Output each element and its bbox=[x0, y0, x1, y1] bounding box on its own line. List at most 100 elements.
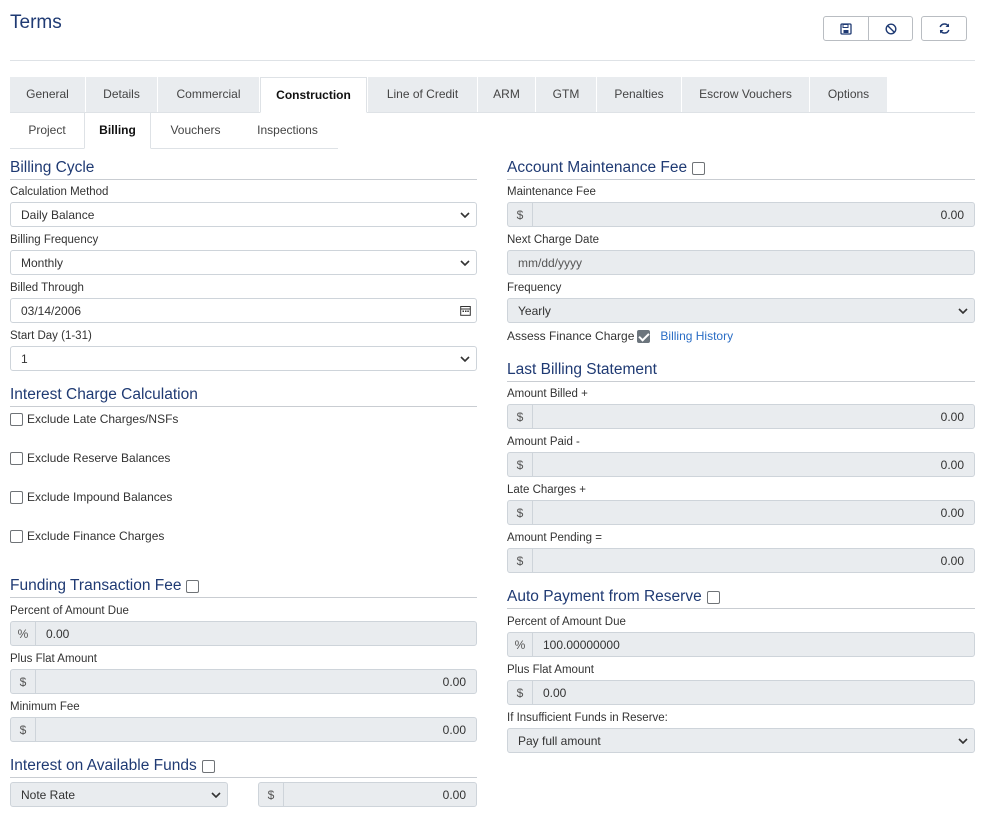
percent-prefix: % bbox=[11, 622, 36, 645]
amount-paid-input[interactable]: $ 0.00 bbox=[507, 452, 975, 477]
billing-cycle-title: Billing Cycle bbox=[10, 159, 95, 176]
tab-penalties[interactable]: Penalties bbox=[597, 77, 681, 112]
exclude-impound-label: Exclude Impound Balances bbox=[27, 490, 173, 504]
exclude-reserve-row: Exclude Reserve Balances bbox=[10, 451, 170, 465]
chevron-down-icon bbox=[454, 355, 476, 362]
interest-rate-value: Note Rate bbox=[21, 787, 76, 802]
exclude-impound-checkbox[interactable] bbox=[10, 490, 23, 504]
chevron-down-icon bbox=[454, 259, 476, 266]
insufficient-select[interactable]: Pay full amount bbox=[507, 728, 975, 753]
funding-min-input[interactable]: $ 0.00 bbox=[10, 717, 477, 742]
interest-amount-value: 0.00 bbox=[442, 787, 466, 802]
last-statement-title: Last Billing Statement bbox=[507, 361, 657, 378]
auto-percent-value: 100.00000000 bbox=[543, 637, 620, 652]
maintenance-fee-label: Maintenance Fee bbox=[507, 186, 596, 198]
tab-line-of-credit[interactable]: Line of Credit bbox=[368, 77, 477, 112]
interest-rate-select[interactable]: Note Rate bbox=[10, 782, 228, 807]
refresh-button[interactable] bbox=[922, 17, 966, 40]
next-charge-date-label: Next Charge Date bbox=[507, 234, 600, 246]
calendar-icon[interactable] bbox=[454, 305, 476, 316]
tab-commercial[interactable]: Commercial bbox=[158, 77, 259, 112]
subtab-inspections[interactable]: Inspections bbox=[240, 113, 335, 148]
auto-percent-label: Percent of Amount Due bbox=[507, 616, 626, 628]
assess-finance-label: Assess Finance Charge bbox=[507, 329, 635, 343]
tab-gtm[interactable]: GTM bbox=[536, 77, 596, 112]
late-charges-value: 0.00 bbox=[940, 505, 964, 520]
late-charges-input[interactable]: $ 0.00 bbox=[507, 500, 975, 525]
last-statement-heading: Last Billing Statement bbox=[507, 361, 975, 382]
billed-through-date-input[interactable]: 03/14/2006 bbox=[10, 298, 477, 323]
maintenance-fee-input[interactable]: $ 0.00 bbox=[507, 202, 975, 227]
tab-escrow-vouchers[interactable]: Escrow Vouchers bbox=[682, 77, 809, 112]
assess-finance-checkbox[interactable] bbox=[637, 329, 651, 343]
auto-payment-title: Auto Payment from Reserve bbox=[507, 588, 702, 605]
billing-freq-label: Billing Frequency bbox=[10, 234, 99, 246]
interest-calc-title: Interest Charge Calculation bbox=[10, 386, 198, 403]
funding-percent-input[interactable]: % 0.00 bbox=[10, 621, 477, 646]
chevron-down-icon bbox=[952, 737, 974, 744]
auto-flat-value: 0.00 bbox=[543, 685, 567, 700]
tab-arm[interactable]: ARM bbox=[478, 77, 535, 112]
auto-percent-input[interactable]: % 100.00000000 bbox=[507, 632, 975, 657]
chevron-down-icon bbox=[205, 791, 227, 798]
calc-method-label: Calculation Method bbox=[10, 186, 109, 198]
tab-options[interactable]: Options bbox=[810, 77, 887, 112]
funding-min-label: Minimum Fee bbox=[10, 701, 80, 713]
cancel-button[interactable] bbox=[868, 17, 912, 40]
dollar-prefix: $ bbox=[508, 453, 533, 476]
exclude-late-row: Exclude Late Charges/NSFs bbox=[10, 412, 178, 426]
subtab-project[interactable]: Project bbox=[10, 113, 84, 148]
tab-details[interactable]: Details bbox=[86, 77, 157, 112]
exclude-reserve-checkbox[interactable] bbox=[10, 451, 23, 465]
auto-flat-input[interactable]: $ 0.00 bbox=[507, 680, 975, 705]
interest-funds-checkbox[interactable] bbox=[201, 759, 215, 773]
exclude-impound-row: Exclude Impound Balances bbox=[10, 490, 172, 504]
exclude-finance-label: Exclude Finance Charges bbox=[27, 529, 165, 543]
funding-flat-input[interactable]: $ 0.00 bbox=[10, 669, 477, 694]
dollar-prefix: $ bbox=[259, 783, 284, 806]
amount-billed-label: Amount Billed + bbox=[507, 388, 588, 400]
funding-flat-label: Plus Flat Amount bbox=[10, 653, 97, 665]
interest-amount-input[interactable]: $ 0.00 bbox=[258, 782, 477, 807]
billed-through-value: 03/14/2006 bbox=[21, 303, 82, 318]
insufficient-label: If Insufficient Funds in Reserve: bbox=[507, 712, 668, 724]
page-title: Terms bbox=[10, 12, 62, 33]
auto-payment-checkbox[interactable] bbox=[706, 590, 720, 604]
exclude-late-checkbox[interactable] bbox=[10, 412, 23, 426]
billed-through-label: Billed Through bbox=[10, 282, 84, 294]
amount-billed-input[interactable]: $ 0.00 bbox=[507, 404, 975, 429]
amount-pending-input[interactable]: $ 0.00 bbox=[507, 548, 975, 573]
billing-history-link[interactable]: Billing History bbox=[660, 329, 733, 343]
subtab-vouchers[interactable]: Vouchers bbox=[151, 113, 240, 148]
chevron-down-icon bbox=[454, 211, 476, 218]
percent-prefix: % bbox=[508, 633, 533, 656]
frequency-label: Frequency bbox=[507, 282, 562, 294]
assess-finance-row: Assess Finance Charge Billing History bbox=[507, 329, 733, 343]
exclude-late-label: Exclude Late Charges/NSFs bbox=[27, 412, 179, 426]
next-charge-date-input[interactable]: mm/dd/yyyy bbox=[507, 250, 975, 275]
tab-construction[interactable]: Construction bbox=[260, 77, 367, 113]
start-day-value: 1 bbox=[21, 351, 28, 366]
billing-freq-select[interactable]: Monthly bbox=[10, 250, 477, 275]
subtab-billing[interactable]: Billing bbox=[84, 113, 151, 149]
dollar-prefix: $ bbox=[11, 718, 36, 741]
dollar-prefix: $ bbox=[508, 681, 533, 704]
calc-method-select[interactable]: Daily Balance bbox=[10, 202, 477, 227]
next-charge-date-placeholder: mm/dd/yyyy bbox=[518, 255, 583, 270]
exclude-finance-row: Exclude Finance Charges bbox=[10, 529, 164, 543]
save-button[interactable] bbox=[824, 17, 868, 40]
exclude-finance-checkbox[interactable] bbox=[10, 529, 23, 543]
billing-freq-value: Monthly bbox=[21, 255, 64, 270]
funding-min-value: 0.00 bbox=[442, 722, 466, 737]
funding-fee-checkbox[interactable] bbox=[186, 579, 200, 593]
interest-funds-title: Interest on Available Funds bbox=[10, 757, 197, 774]
start-day-select[interactable]: 1 bbox=[10, 346, 477, 371]
amount-pending-value: 0.00 bbox=[940, 553, 964, 568]
frequency-select[interactable]: Yearly bbox=[507, 298, 975, 323]
chevron-down-icon bbox=[952, 307, 974, 314]
maintenance-fee-checkbox[interactable] bbox=[692, 161, 706, 175]
dollar-prefix: $ bbox=[508, 549, 533, 572]
insufficient-value: Pay full amount bbox=[518, 733, 601, 748]
dollar-prefix: $ bbox=[508, 203, 533, 226]
tab-general[interactable]: General bbox=[10, 77, 85, 112]
